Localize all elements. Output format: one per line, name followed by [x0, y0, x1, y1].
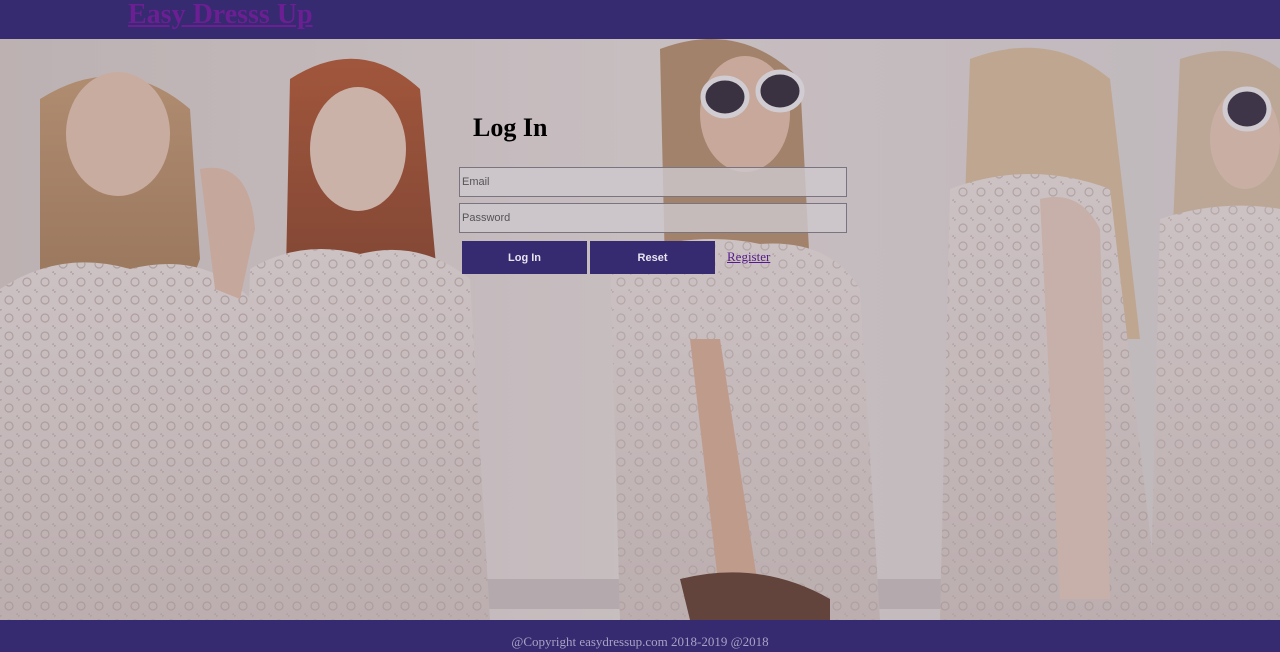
hero-background-image — [0, 39, 1280, 620]
login-button[interactable]: Log In — [462, 241, 587, 274]
footer-bar: @Copyright easydressup.com 2018-2019 @20… — [0, 620, 1280, 652]
register-link[interactable]: Register — [727, 249, 770, 265]
copyright-text: @Copyright easydressup.com 2018-2019 @20… — [511, 634, 769, 649]
password-input[interactable] — [459, 203, 847, 233]
reset-button[interactable]: Reset — [590, 241, 715, 274]
header-bar: Easy Dresss Up — [0, 0, 1280, 39]
page: Easy Dresss Up Log In Email Log In Reset… — [0, 0, 1280, 652]
email-input[interactable] — [459, 167, 847, 197]
hero-dim-overlay — [0, 39, 1280, 620]
login-heading: Log In — [473, 113, 548, 142]
site-title-link[interactable]: Easy Dresss Up — [128, 0, 313, 31]
